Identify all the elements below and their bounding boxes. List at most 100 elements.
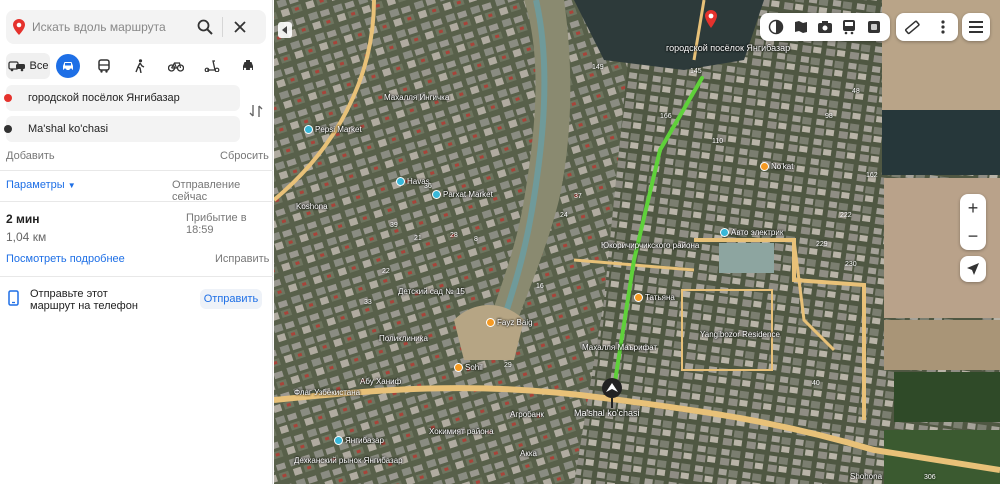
poi-pepsi-market[interactable]: Pepsi Market (304, 125, 362, 134)
add-point-link[interactable]: Добавить (6, 150, 55, 162)
bus-icon[interactable] (86, 53, 122, 79)
more-icon[interactable] (933, 17, 953, 37)
house-number: 29 (504, 362, 512, 369)
poi-sohil[interactable]: Sohil (454, 363, 483, 372)
house-number: 98 (825, 113, 833, 120)
house-number: 48 (852, 88, 860, 95)
map-label-flag: Флаг Узбекистана (294, 388, 361, 397)
walk-icon[interactable] (122, 53, 158, 79)
route-details-link[interactable]: Посмотреть подробнее (6, 253, 125, 265)
house-number: 24 (560, 212, 568, 219)
shop-icon (304, 125, 313, 134)
divider (0, 276, 273, 277)
poi-auto-electric[interactable]: Авто электрик (720, 228, 783, 237)
map-label-district: Юкоричирчикского района (601, 241, 700, 250)
poi-tatyana[interactable]: Татьяна (634, 293, 675, 302)
taxi-icon[interactable] (230, 53, 266, 79)
end-dot (4, 125, 12, 133)
map-label-end: Ma'shal ko'chasi (574, 408, 640, 418)
shop-icon (432, 190, 441, 199)
house-number: 110 (712, 138, 724, 145)
transit-icon[interactable] (839, 17, 859, 37)
cafe-icon (634, 293, 643, 302)
map-label-market: Дехканский рынок Янгибазар (294, 456, 403, 465)
car-bus-icon (7, 61, 25, 72)
route-duration: 2 мин (6, 212, 40, 226)
house-number: 222 (840, 212, 852, 219)
search-icon[interactable] (192, 14, 218, 40)
house-number: 16 (536, 283, 544, 290)
poi-label: No'kat (771, 162, 794, 171)
route-to-field[interactable]: Ma'shal ko'chasi (4, 116, 240, 142)
house-number: 166 (660, 113, 672, 120)
map-layers-bar (760, 13, 890, 41)
chevron-left-icon (282, 26, 287, 34)
house-number: 40 (812, 380, 820, 387)
zoom-out-button[interactable]: − (960, 222, 986, 250)
route-to-text: Ma'shal ko'chasi (28, 123, 109, 135)
search-bar (6, 10, 266, 44)
route-fix-link[interactable]: Исправить (215, 253, 269, 265)
poi-parxat-market[interactable]: Parxat Market (432, 190, 493, 199)
poi-yangibazar[interactable]: Янгибазар (334, 436, 384, 445)
swap-icon[interactable] (248, 103, 264, 119)
locate-icon[interactable] (960, 256, 986, 282)
route-from-field[interactable]: городской посёлок Янгибазар (4, 85, 240, 111)
panorama-icon[interactable] (791, 17, 811, 37)
poi-label: Янгибазар (345, 436, 384, 445)
house-number: 162 (866, 172, 878, 179)
poi-label: Авто электрик (731, 228, 784, 237)
house-number: 37 (574, 193, 582, 200)
poi-fayz-baig[interactable]: Fayz Baig (486, 318, 533, 327)
poi-label: Fayz Baig (497, 318, 533, 327)
params-label: Параметры (6, 179, 65, 191)
poi-label: Sohil (465, 363, 483, 372)
reset-link[interactable]: Сбросить (220, 150, 269, 162)
poi-nokat[interactable]: No'kat (760, 162, 793, 171)
map-view[interactable]: городской посёлок Янгибазар Ma'shal ko'c… (274, 0, 1000, 484)
scooter-icon[interactable] (194, 53, 230, 79)
house-number: 230 (845, 261, 857, 268)
menu-icon[interactable] (962, 13, 990, 41)
depart-time-link[interactable]: Отправление сейчас (172, 179, 272, 203)
house-number: 39 (390, 222, 398, 229)
map-label-hokimiyat: Хокимият района (429, 427, 494, 436)
params-dropdown[interactable]: Параметры ▼ (6, 179, 76, 191)
zoom-control: + − (960, 194, 986, 250)
ruler-icon[interactable] (902, 17, 922, 37)
house-number: 21 (414, 235, 422, 242)
map-label-akka: Акка (520, 449, 537, 458)
map-label-abu-hanif: Абу Ханиф (360, 377, 402, 386)
search-input[interactable] (32, 20, 192, 34)
poi-label: Pepsi Market (315, 125, 362, 134)
house-number: 229 (816, 241, 828, 248)
send-button[interactable]: Отправить (200, 289, 262, 309)
map-tools-bar (896, 13, 958, 41)
zoom-in-button[interactable]: + (960, 194, 986, 222)
map-label-ingichka: Махалля Ингичка (384, 93, 450, 102)
route-arrival: Прибытие в 18:59 (186, 212, 247, 236)
bike-icon[interactable] (158, 53, 194, 79)
route-panel: Все городской посёлок Янгибазар Ma'shal … (0, 0, 273, 484)
close-icon[interactable] (227, 14, 253, 40)
mode-all-button[interactable]: Все (6, 53, 50, 79)
map-label-start: городской посёлок Янгибазар (666, 43, 791, 53)
collapse-panel-button[interactable] (278, 22, 292, 38)
route-distance: 1,04 км (6, 230, 47, 244)
map-label-koshona: Koshona (296, 202, 328, 211)
car-icon[interactable] (56, 54, 80, 78)
map-label-clinic: Поликлиника (379, 334, 428, 343)
layers-icon[interactable] (766, 17, 786, 37)
shop-icon (334, 436, 343, 445)
map-label-shohona: Shohona (850, 472, 883, 481)
house-number: 145 (690, 68, 702, 75)
traffic-icon[interactable] (864, 17, 884, 37)
map-label-marifat: Махалля Маърифат (582, 343, 658, 352)
send-to-phone-text: Отправьте этот маршрут на телефон (30, 288, 138, 312)
start-dot (4, 94, 12, 102)
house-number: 149 (592, 64, 604, 71)
house-number: 36 (424, 183, 432, 190)
camera-icon[interactable] (815, 17, 835, 37)
search-separator (222, 17, 223, 37)
cafe-icon (486, 318, 495, 327)
